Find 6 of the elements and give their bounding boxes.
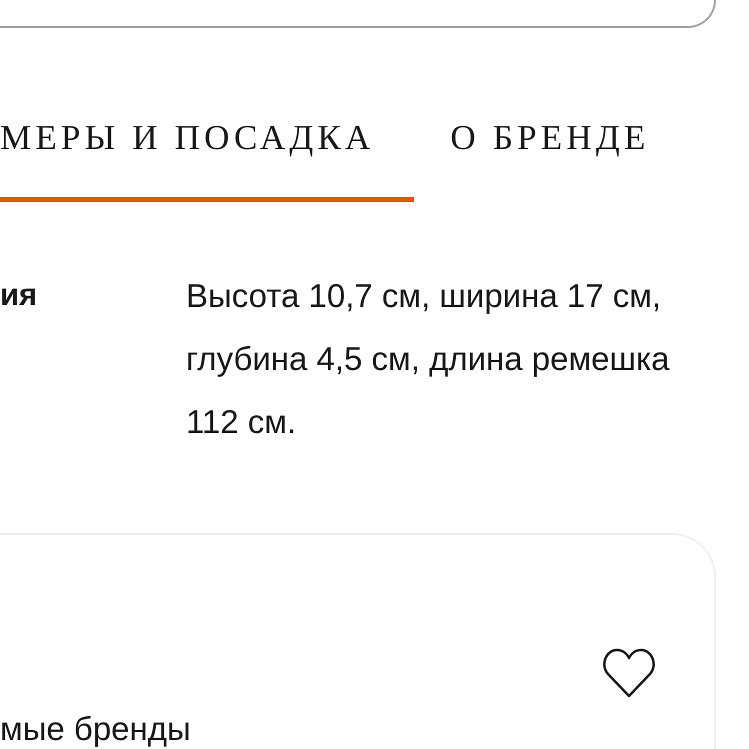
detail-value: Высота 10,7 см, ширина 17 см, глубина 4,5 см, длина ремешка 112 см. <box>186 276 671 442</box>
card-text: мые бренды <box>0 708 192 748</box>
detail-label: ия <box>0 276 38 314</box>
tab[interactable]: МЕРЫ И ПОСАДКА <box>0 112 414 202</box>
tab[interactable]: О БРЕНДЕ <box>450 112 650 202</box>
heart-icon[interactable] <box>602 646 656 698</box>
